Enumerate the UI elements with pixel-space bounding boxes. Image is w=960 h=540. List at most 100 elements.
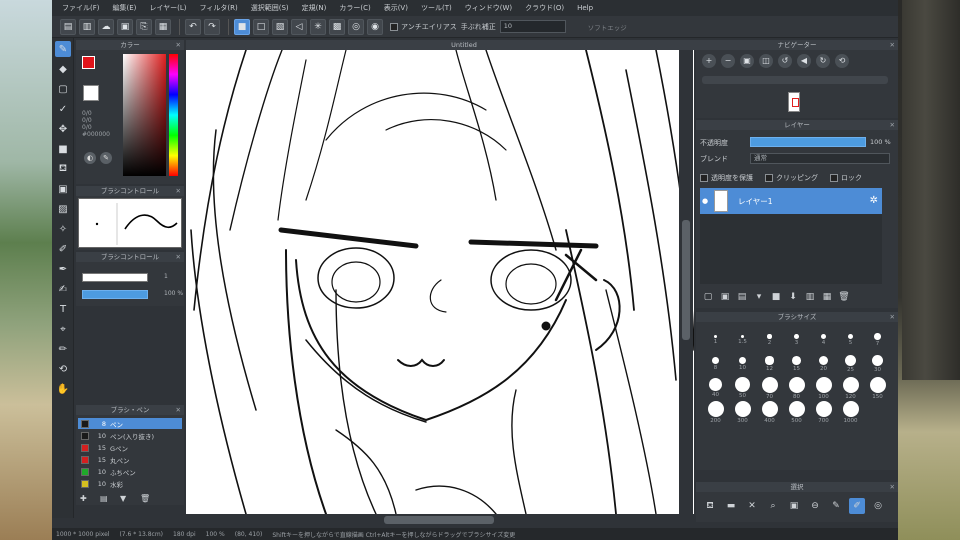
invert-selection-icon[interactable]: ▧ (272, 18, 288, 35)
snap-off-icon[interactable]: ✳ (310, 18, 326, 35)
brush-size-cell[interactable]: 1 (702, 328, 729, 352)
canvas-tab[interactable]: Untitled (186, 40, 742, 50)
menu-help[interactable]: Help (577, 4, 593, 12)
fg-bg-colors[interactable] (82, 56, 101, 75)
horizontal-scrollbar[interactable] (186, 514, 680, 526)
select-pen-tool-icon[interactable]: ✐ (55, 241, 71, 257)
transform-icon[interactable]: ◁ (291, 18, 307, 35)
brush-opacity-slider[interactable] (82, 290, 148, 299)
actual-size-icon[interactable]: ◫ (759, 54, 773, 68)
snap-radial-icon[interactable]: ◎ (348, 18, 364, 35)
brush-size-cell[interactable]: 5 (837, 328, 864, 352)
navigator-zoom-slider[interactable] (702, 76, 888, 84)
close-icon[interactable]: ✕ (890, 40, 895, 50)
menu-tool[interactable]: ツール(T) (421, 3, 452, 13)
protect-alpha-checkbox[interactable] (700, 174, 708, 182)
close-icon[interactable]: ✕ (176, 40, 181, 50)
vertical-scrollbar[interactable] (679, 50, 693, 514)
menu-ruler[interactable]: 定規(N) (302, 3, 327, 13)
zoom-out-icon[interactable]: ⊖ (807, 498, 823, 514)
close-icon[interactable]: ✕ (176, 252, 181, 262)
pen-row[interactable]: 8 ペン (78, 418, 182, 429)
brush-size-cell[interactable]: 500 (783, 400, 810, 424)
lasso-tool-icon[interactable]: ✓ (55, 101, 71, 117)
share-icon[interactable]: ⎘ (136, 18, 152, 35)
rotate-left-icon[interactable]: ↺ (778, 54, 792, 68)
brush-size-cell[interactable]: 700 (810, 400, 837, 424)
save-icon[interactable]: ▣ (117, 18, 133, 35)
visibility-icon[interactable]: ● (702, 197, 714, 205)
menu-select[interactable]: 選択範囲(S) (251, 3, 289, 13)
brush-size-cell[interactable]: 10 (729, 352, 756, 376)
dropper-tool-icon[interactable]: ✍ (55, 281, 71, 297)
delete-icon[interactable]: 🗑 (838, 292, 850, 304)
menu-window[interactable]: ウィンドウ(W) (465, 3, 512, 13)
eraser-tool-icon[interactable]: ◆ (55, 61, 71, 77)
close-icon[interactable]: ✕ (890, 482, 895, 492)
new-file-icon[interactable]: ▤ (60, 18, 76, 35)
zoom-out-icon[interactable]: − (721, 54, 735, 68)
soft-edge-label[interactable]: ソフトエッジ (588, 22, 627, 32)
hand-pen-tool-icon[interactable]: ✏ (55, 341, 71, 357)
clipping-checkbox[interactable] (765, 174, 773, 182)
fit-selection-icon[interactable]: ▣ (786, 498, 802, 514)
cloud-icon[interactable]: ☁ (98, 18, 114, 35)
flip-icon[interactable]: ◀ (797, 54, 811, 68)
menu-edit[interactable]: 編集(E) (113, 3, 137, 13)
brush-size-cell[interactable]: 1.5 (729, 328, 756, 352)
merge-icon[interactable]: ⬇ (787, 292, 799, 304)
brush-size-cell[interactable]: 100 (810, 376, 837, 400)
brush-size-cell[interactable]: 200 (702, 400, 729, 424)
reset-view-icon[interactable]: ⟲ (835, 54, 849, 68)
horizontal-scroll-thumb[interactable] (384, 516, 494, 524)
snap-circle-icon[interactable]: ◉ (367, 18, 383, 35)
navigator-thumbnail[interactable] (788, 92, 800, 112)
folder-icon[interactable]: ■ (770, 292, 782, 304)
menu-color[interactable]: カラー(C) (339, 3, 370, 13)
antialias-checkbox[interactable]: アンチエイリアス (390, 22, 457, 32)
brush-size-cell[interactable]: 1000 (837, 400, 864, 424)
pen-row[interactable]: 15 丸ペン (78, 454, 182, 465)
pen-delete-icon[interactable]: 🗑 (140, 494, 152, 504)
new-folder-icon[interactable]: ▤ (736, 292, 748, 304)
undo-icon[interactable]: ↶ (185, 18, 201, 35)
bucket-tool-icon[interactable]: ⛾ (55, 161, 71, 177)
zoom-icon[interactable]: ⌕ (765, 498, 781, 514)
menu-file[interactable]: ファイル(F) (62, 3, 100, 13)
menu-filter[interactable]: フィルタ(R) (200, 3, 238, 13)
brush-size-cell[interactable]: 30 (864, 352, 891, 376)
deselect-icon[interactable]: □ (253, 18, 269, 35)
brush-width-slider[interactable] (82, 273, 148, 282)
brush-tool-icon[interactable]: ✎ (55, 41, 71, 57)
pen-row[interactable]: 10 ふちペン (78, 466, 182, 477)
secondary-color-swatch[interactable] (83, 85, 99, 101)
close-icon[interactable]: ✕ (744, 498, 760, 514)
menu-view[interactable]: 表示(V) (384, 3, 408, 13)
pen-add-icon[interactable]: ✚ (80, 494, 92, 504)
pen-row[interactable]: 15 Gペン (78, 442, 182, 453)
foreground-color-swatch[interactable] (82, 56, 95, 69)
magic-wand-tool-icon[interactable]: ✧ (55, 221, 71, 237)
zoom-in-icon[interactable]: + (702, 54, 716, 68)
fit-icon[interactable]: ▣ (740, 54, 754, 68)
dropper-icon[interactable]: ✎ (100, 152, 112, 164)
close-icon[interactable]: ✕ (890, 312, 895, 322)
redo-icon[interactable]: ↷ (204, 18, 220, 35)
brush-size-cell[interactable]: 20 (810, 352, 837, 376)
layer-row[interactable]: ● レイヤー1 ✲ (700, 188, 882, 214)
clear-icon[interactable]: ▦ (821, 292, 833, 304)
hand-tool-icon[interactable]: ✋ (55, 381, 71, 397)
rotate-right-icon[interactable]: ↻ (816, 54, 830, 68)
brush-size-cell[interactable]: 300 (729, 400, 756, 424)
antialias-check-box[interactable] (390, 22, 398, 31)
palette-icon[interactable]: ◐ (84, 152, 96, 164)
brush-size-cell[interactable]: 120 (837, 376, 864, 400)
divide-tool-icon[interactable]: ⌖ (55, 321, 71, 337)
close-icon[interactable]: ✕ (176, 405, 181, 415)
brush-size-cell[interactable]: 7 (864, 328, 891, 352)
saturation-value-picker[interactable] (123, 54, 166, 176)
close-icon[interactable]: ✕ (176, 186, 181, 196)
brush-size-cell[interactable]: 15 (783, 352, 810, 376)
brush-size-cell[interactable]: 4 (810, 328, 837, 352)
gear-icon[interactable]: ✲ (870, 195, 878, 206)
